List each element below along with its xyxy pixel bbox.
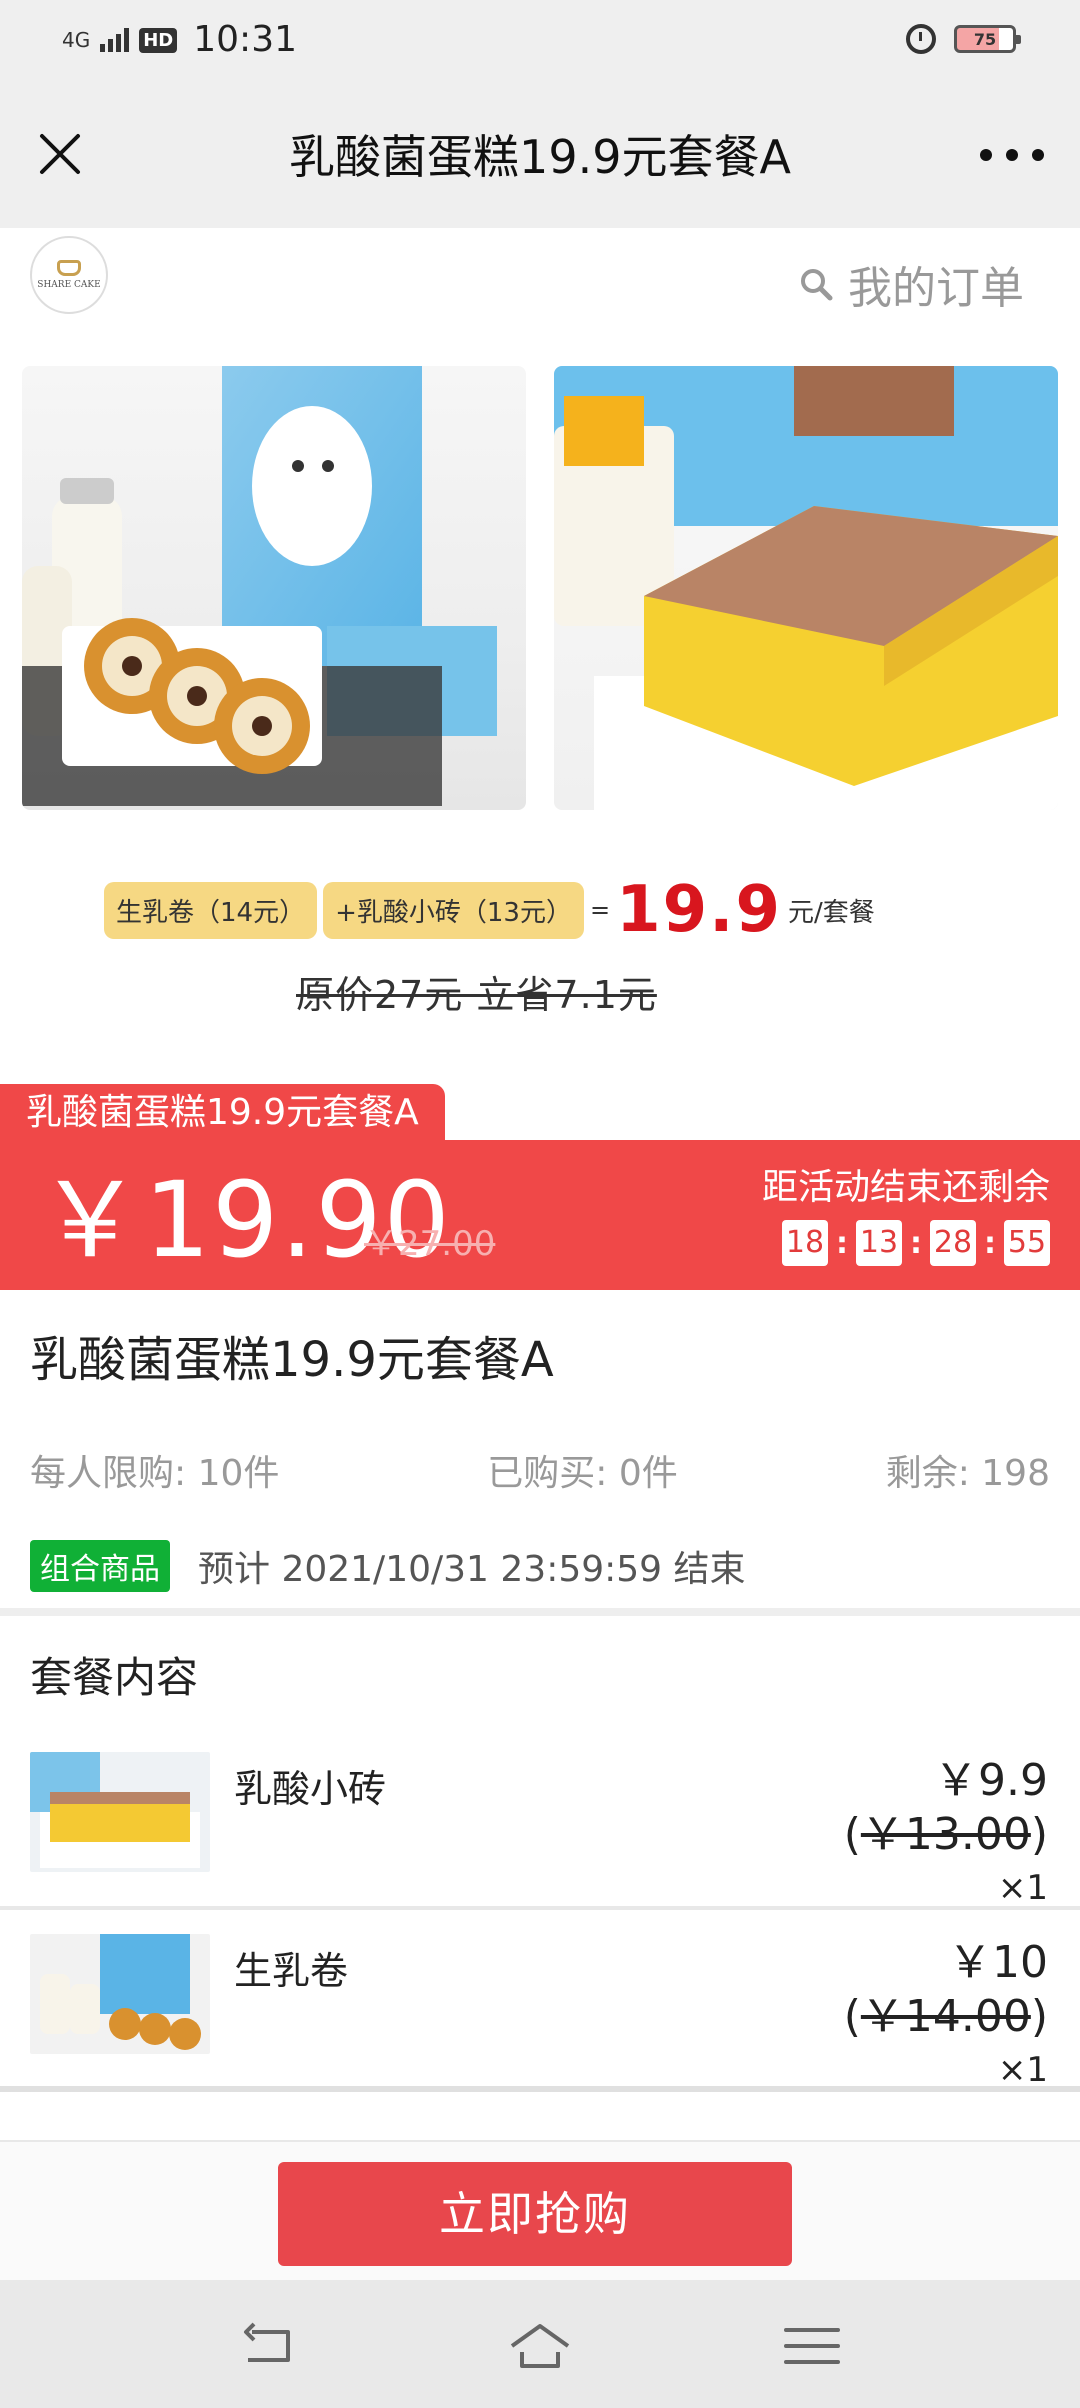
countdown-separator: : (836, 1225, 848, 1261)
activity-band: ￥19.90 ￥27.00 距活动结束还剩余 18 : 13 : 28 : 55 (0, 1140, 1080, 1290)
promo-price: 19.9 (616, 873, 782, 947)
package-item-thumb (30, 1752, 210, 1872)
package-item-original-close: ) (1030, 1991, 1048, 2042)
promo-original-price: 原价27元 立省7.1元 (296, 973, 657, 1017)
package-item-original-price: ￥14.00 (860, 1991, 1031, 2042)
buy-now-button[interactable]: 立即抢购 (278, 2162, 792, 2266)
package-item-original-price: ￥13.00 (860, 1809, 1031, 1860)
promo-tag-brick: +乳酸小砖（13元） (323, 881, 584, 939)
list-end-divider (0, 2086, 1080, 2092)
combo-row: 组合商品 预计 2021/10/31 23:59:59 结束 (30, 1540, 746, 1592)
item-divider (0, 1906, 1080, 1910)
section-divider (0, 1608, 1080, 1616)
network-label: 4G (62, 28, 91, 52)
package-item-thumb (30, 1934, 210, 2054)
shop-header: SHARE CAKE 我的订单 (0, 228, 1080, 328)
countdown-label: 距活动结束还剩余 (761, 1167, 1050, 1208)
battery-icon: 75 (954, 25, 1021, 53)
page-title: 乳酸菌蛋糕19.9元套餐A (289, 130, 791, 184)
package-item-original-open: ( (843, 1991, 861, 2042)
status-right: 75 (906, 24, 1021, 54)
bottom-action-bar: 立即抢购 (0, 2140, 1080, 2280)
my-orders-label: 我的订单 (848, 263, 1024, 314)
home-icon[interactable] (508, 2318, 572, 2374)
status-left: 4G HD 10:31 (62, 18, 297, 62)
promo-formula: 生乳卷（14元） +乳酸小砖（13元） = 19.9 元/套餐 (104, 878, 875, 942)
product-banner (22, 366, 1058, 810)
activity-original-price: ￥27.00 (364, 1224, 496, 1264)
alarm-icon (906, 24, 936, 54)
activity-label: 乳酸菌蛋糕19.9元套餐A (0, 1084, 445, 1142)
product-photo-roll (22, 366, 526, 810)
package-item[interactable]: 乳酸小砖 ￥9.9 (￥13.00) ×1 (0, 1738, 1080, 1920)
countdown-hours: 18 (782, 1220, 828, 1266)
product-photo-sponge (554, 366, 1058, 810)
package-item-name: 生乳卷 (234, 1949, 349, 1993)
search-icon (801, 269, 833, 301)
status-bar: 4G HD 10:31 75 (0, 0, 1080, 82)
my-orders-link[interactable]: 我的订单 (798, 252, 1024, 316)
purchased-count: 已购买: 0件 (487, 1453, 678, 1494)
crown-icon (57, 260, 81, 276)
clock: 10:31 (193, 19, 297, 60)
package-title: 套餐内容 (30, 1653, 199, 1702)
countdown-separator: : (984, 1225, 996, 1261)
package-item[interactable]: 生乳卷 ￥10 (￥14.00) ×1 (0, 1920, 1080, 2102)
countdown-seconds: 28 (930, 1220, 976, 1266)
promo-equals: = (589, 896, 611, 924)
menu-icon[interactable] (780, 2318, 844, 2374)
package-item-qty: ×1 (997, 2050, 1048, 2090)
battery-level: 75 (973, 29, 997, 49)
package-item-original-open: ( (843, 1809, 861, 1860)
package-item-original-close: ) (1030, 1809, 1048, 1860)
end-time: 预计 2021/10/31 23:59:59 结束 (198, 1549, 746, 1590)
countdown-separator: : (910, 1225, 922, 1261)
back-icon[interactable] (238, 2318, 302, 2374)
package-item-name: 乳酸小砖 (234, 1767, 387, 1811)
title-bar: 乳酸菌蛋糕19.9元套餐A (0, 82, 1080, 228)
more-icon[interactable] (980, 140, 1044, 170)
purchase-limit: 每人限购: 10件 (30, 1453, 280, 1494)
countdown-fraction: 55 (1004, 1220, 1050, 1266)
promo-tag-roll: 生乳卷（14元） (104, 881, 318, 939)
product-stats: 每人限购: 10件 已购买: 0件 剩余: 198 (30, 1444, 1050, 1496)
countdown-minutes: 13 (856, 1220, 902, 1266)
shop-logo[interactable]: SHARE CAKE (30, 236, 108, 314)
system-nav-bar (0, 2280, 1080, 2408)
product-name: 乳酸菌蛋糕19.9元套餐A (30, 1332, 554, 1388)
remaining-count: 剩余: 198 (885, 1453, 1050, 1494)
logo-text: SHARE CAKE (37, 280, 101, 290)
combo-badge: 组合商品 (30, 1540, 170, 1592)
close-icon[interactable] (36, 130, 84, 178)
package-item-original: (￥14.00) (844, 1980, 1048, 2044)
hd-badge: HD (139, 27, 178, 53)
signal-icon (100, 28, 130, 52)
package-item-original: (￥13.00) (844, 1798, 1048, 1862)
promo-unit: 元/套餐 (787, 897, 875, 928)
package-item-qty: ×1 (997, 1868, 1048, 1908)
countdown-timer: 18 : 13 : 28 : 55 (782, 1220, 1050, 1266)
